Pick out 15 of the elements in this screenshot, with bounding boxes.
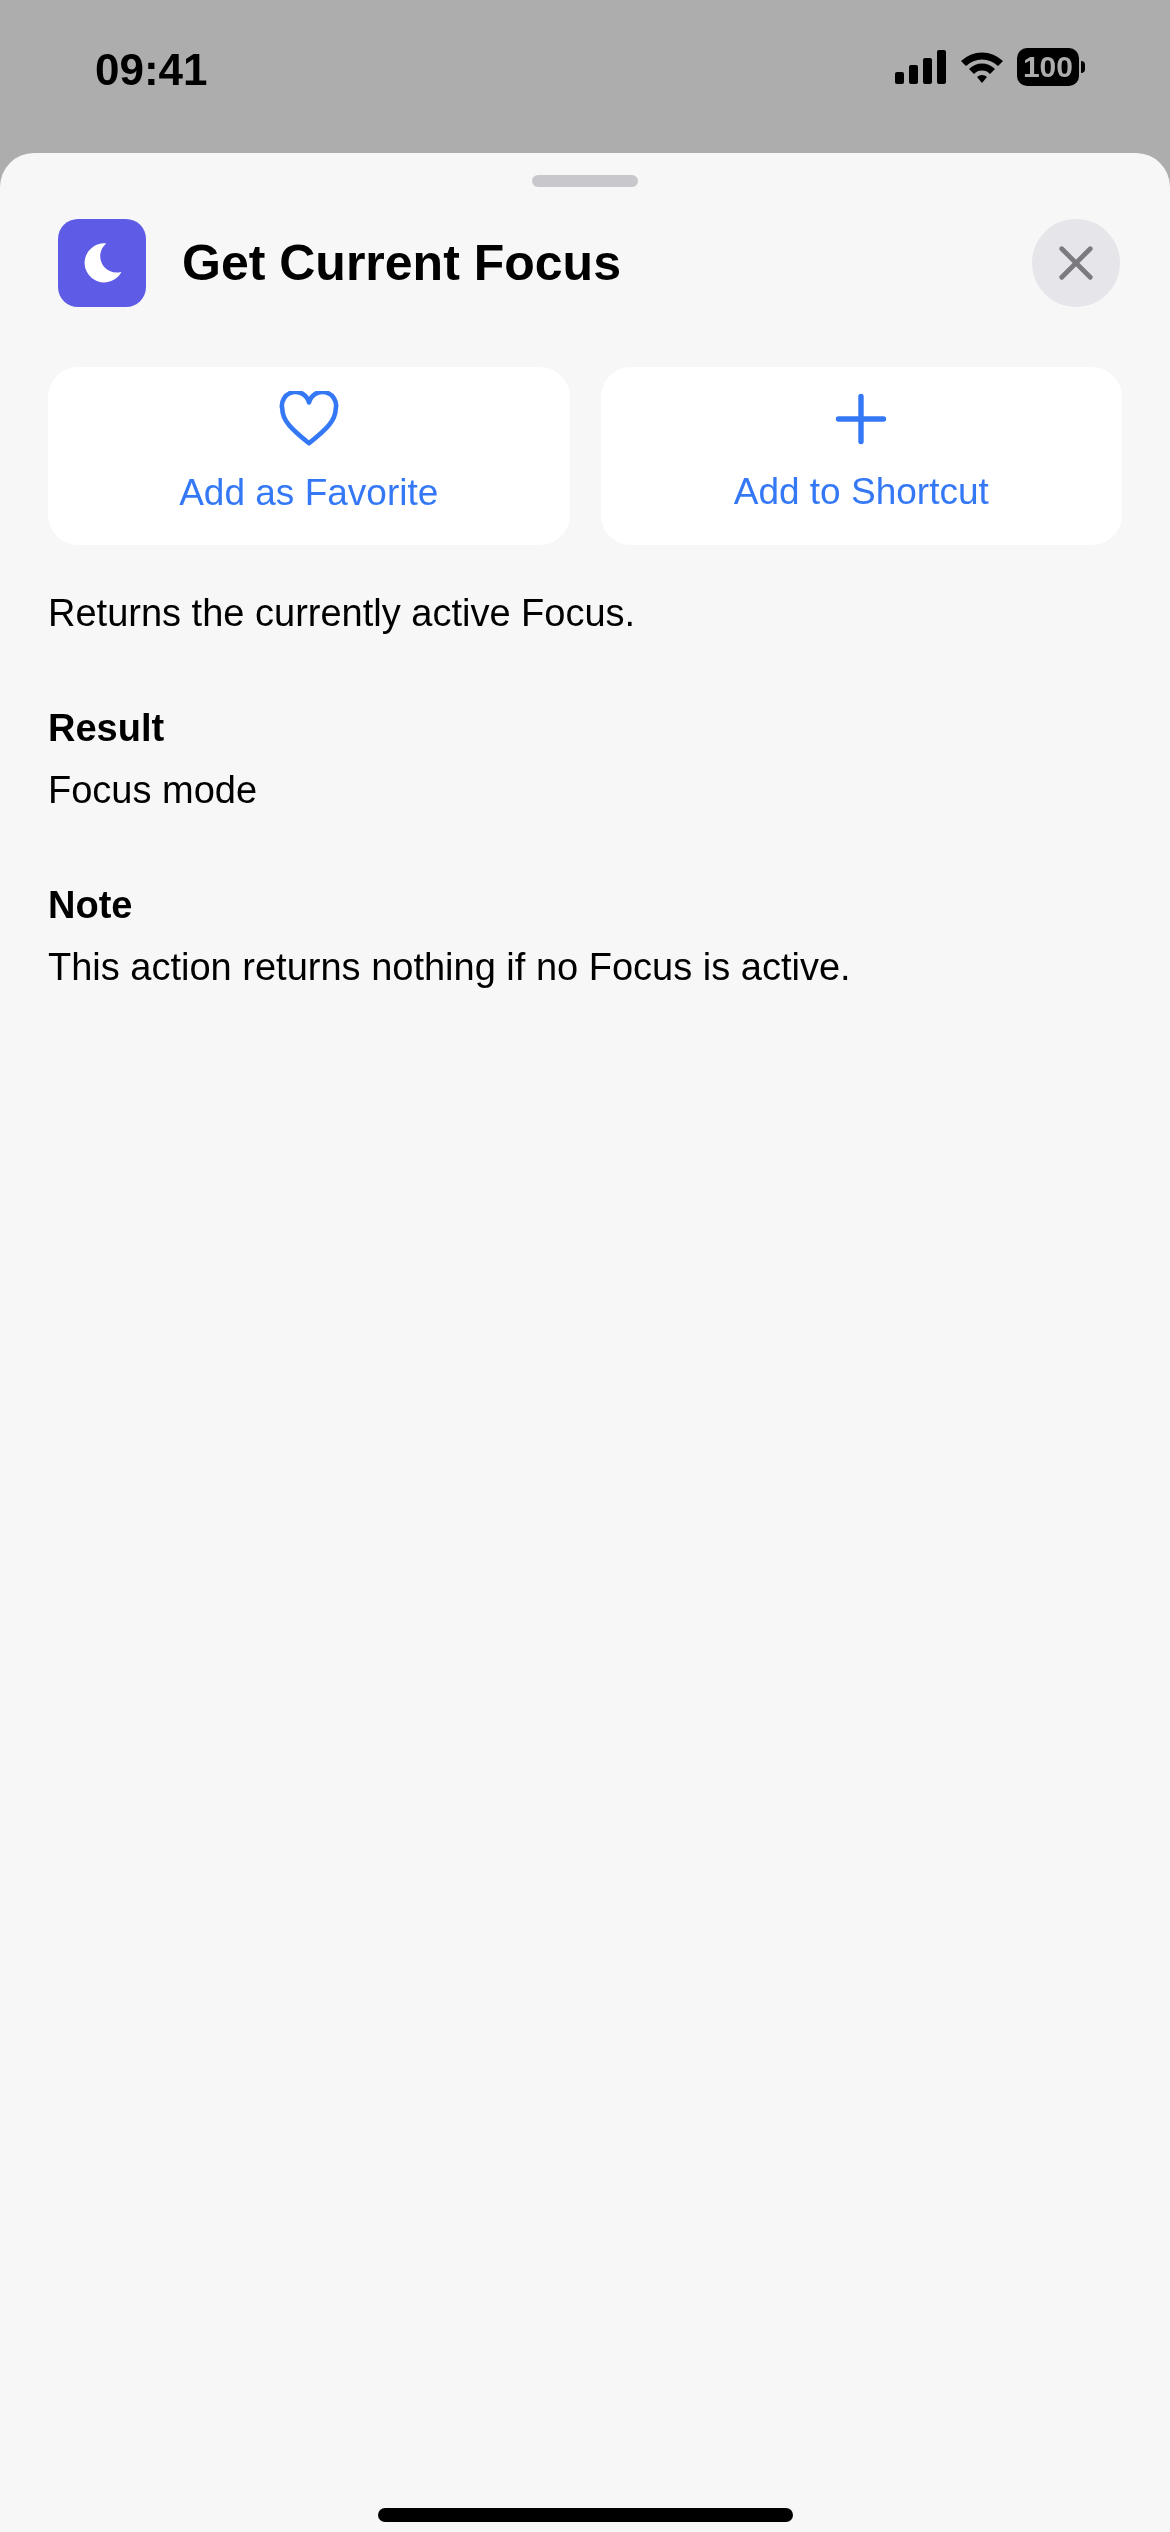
moon-app-icon — [58, 219, 146, 307]
plus-icon — [834, 392, 889, 447]
sheet-title: Get Current Focus — [182, 233, 622, 293]
section-heading: Result — [48, 706, 166, 752]
heart-icon — [277, 391, 340, 448]
close-icon — [1057, 244, 1095, 282]
add-button[interactable]: Add to Shortcut — [600, 367, 1122, 545]
status-time: 09:41 — [95, 48, 208, 92]
battery-level: 100 — [1022, 52, 1073, 82]
section-text: This action returns nothing if no Focus is active. — [48, 944, 852, 990]
favorite-button[interactable]: Add as Favorite — [48, 367, 570, 545]
section-heading: Note — [48, 883, 134, 929]
description: Returns the currently active Focus. — [48, 591, 637, 636]
signal-icon — [894, 50, 947, 84]
section-text: Focus mode — [48, 767, 259, 813]
